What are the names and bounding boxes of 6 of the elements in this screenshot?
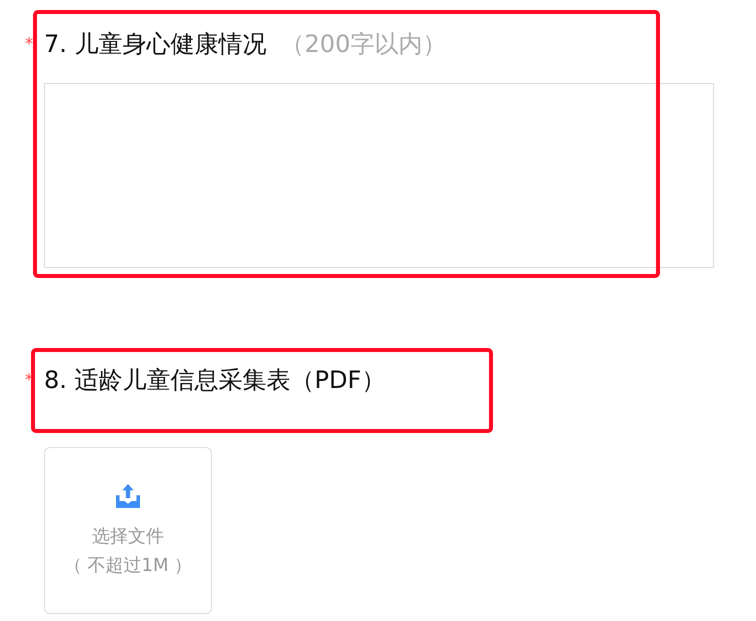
length-hint: （200字以内） — [280, 30, 446, 59]
answer-box[interactable] — [44, 82, 714, 268]
question-title: 7. 儿童身心健康情况 — [44, 30, 267, 59]
required-mark: * — [25, 34, 33, 54]
question-title: 8. 适龄儿童信息采集表（PDF） — [44, 366, 386, 395]
upload-button[interactable]: 选择文件 （ 不超过1M ） — [44, 446, 212, 614]
